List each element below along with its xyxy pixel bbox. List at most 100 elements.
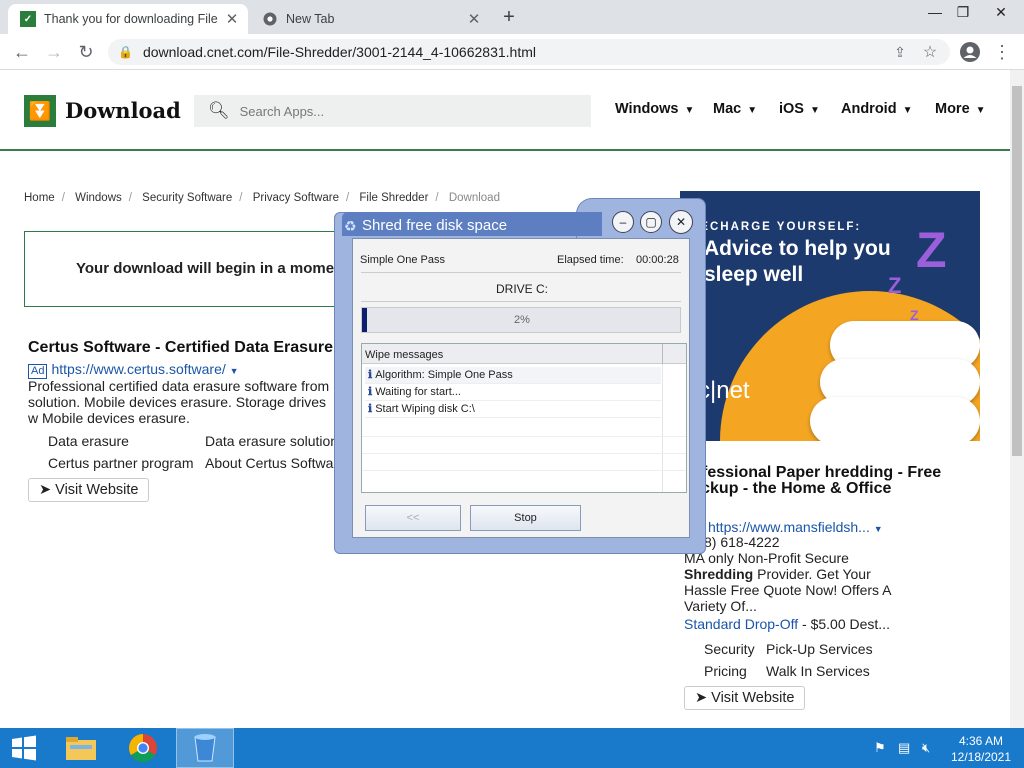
share-icon[interactable]: ⇪ bbox=[888, 40, 912, 64]
list-item[interactable]: ℹ Algorithm: Simple One Pass bbox=[365, 367, 661, 384]
dialog-title: Shred free disk space bbox=[362, 217, 508, 234]
info-icon: ℹ bbox=[368, 369, 373, 381]
system-clock[interactable]: 4:36 AM 12/18/2021 bbox=[946, 733, 1016, 765]
right-ad-title[interactable]: rofessional Paper hredding - Free Pickup… bbox=[686, 465, 996, 497]
right-ad-sublink[interactable]: Pick-Up Services bbox=[766, 641, 873, 657]
file-explorer-icon[interactable] bbox=[52, 728, 110, 768]
clock-date: 12/18/2021 bbox=[950, 750, 1012, 764]
breadcrumb-windows[interactable]: Windows bbox=[75, 192, 122, 204]
scrollbar-thumb[interactable] bbox=[1012, 86, 1022, 456]
list-item[interactable]: ℹ Waiting for start... bbox=[365, 384, 661, 401]
shred-dialog: ♻ Shred free disk space – ▢ ✕ Simple One… bbox=[334, 198, 706, 554]
info-icon: ℹ bbox=[368, 403, 373, 415]
divider bbox=[361, 272, 681, 273]
right-ad-url[interactable]: https://www.mansfieldsh... ▼ bbox=[708, 519, 883, 535]
left-ad-sublink[interactable]: About Certus Softwa bbox=[205, 455, 333, 471]
site-header: ⏬ Download 🔍︎ Search Apps... Windows ▼ Ma… bbox=[0, 70, 1010, 151]
tab-strip: ✓ Thank you for downloading File ✕ New T… bbox=[0, 0, 1024, 34]
site-logo-text[interactable]: Download bbox=[65, 98, 181, 123]
left-ad-sublink[interactable]: Data erasure bbox=[48, 433, 129, 449]
address-bar[interactable]: 🔒 download.cnet.com/File-Shredder/3001-2… bbox=[108, 39, 950, 65]
download-logo-icon[interactable]: ⏬ bbox=[24, 95, 56, 127]
download-notice: Your download will begin in a mome bbox=[24, 231, 354, 307]
back-button[interactable]: << bbox=[365, 505, 461, 531]
url-text: download.cnet.com/File-Shredder/3001-214… bbox=[142, 44, 536, 60]
banner-headline: Advice to help you sleep well bbox=[704, 237, 891, 286]
banner-kicker: RECHARGE YOURSELF: bbox=[690, 221, 862, 233]
left-ad-title[interactable]: Certus Software - Certified Data Erasure bbox=[28, 339, 333, 357]
nav-mac[interactable]: Mac ▼ bbox=[713, 101, 757, 117]
network-icon[interactable]: ▤ bbox=[898, 740, 910, 756]
elapsed-value: 00:00:28 bbox=[636, 254, 679, 266]
left-ad-url[interactable]: Ad https://www.certus.software/ ▼ bbox=[28, 361, 239, 379]
nav-ios[interactable]: iOS ▼ bbox=[779, 101, 820, 117]
right-ad-desc-line: Hassle Free Quote Now! Offers A bbox=[684, 582, 892, 598]
chevron-down-icon: ▼ bbox=[684, 105, 695, 116]
reload-icon[interactable]: ↻ bbox=[74, 40, 98, 64]
dialog-minimize-button[interactable]: – bbox=[612, 211, 634, 233]
clock-time: 4:36 AM bbox=[958, 734, 1004, 748]
elapsed-label: Elapsed time: bbox=[557, 254, 624, 266]
right-ad-sublink[interactable]: Security bbox=[704, 641, 755, 657]
left-ad-sublink[interactable]: Data erasure solution bbox=[205, 433, 338, 449]
dialog-close-button[interactable]: ✕ bbox=[669, 210, 693, 234]
search-placeholder: Search Apps... bbox=[239, 103, 325, 119]
close-window-button[interactable]: ✕ bbox=[984, 0, 1018, 24]
sleep-advice-banner[interactable]: RECHARGE YOURSELF: Advice to help you sl… bbox=[680, 191, 980, 441]
dialog-maximize-button[interactable]: ▢ bbox=[640, 211, 662, 233]
restore-button[interactable]: ❐ bbox=[946, 0, 980, 24]
close-tab-icon[interactable]: ✕ bbox=[464, 10, 484, 28]
volume-muted-icon[interactable]: 🔇︎ bbox=[922, 740, 930, 756]
cnet-download-favicon: ✓ bbox=[20, 11, 36, 27]
browser-toolbar: ← → ↻ 🔒 download.cnet.com/File-Shredder/… bbox=[0, 34, 1024, 70]
ad-badge: Ad bbox=[28, 364, 48, 379]
breadcrumb-privacy[interactable]: Privacy Software bbox=[253, 192, 339, 204]
dialog-body: Simple One Pass Elapsed time: 00:00:28 D… bbox=[352, 238, 690, 538]
left-ad-description: Professional certified data erasure soft… bbox=[28, 378, 330, 426]
nav-windows[interactable]: Windows ▼ bbox=[615, 101, 694, 117]
list-item[interactable]: ℹ Start Wiping disk C:\ bbox=[365, 401, 661, 418]
profile-avatar-icon[interactable] bbox=[958, 40, 982, 64]
chevron-down-icon: ▼ bbox=[747, 105, 758, 116]
list-header[interactable]: Wipe messages bbox=[362, 344, 686, 364]
stop-button[interactable]: Stop bbox=[470, 505, 581, 531]
chrome-icon[interactable] bbox=[114, 728, 172, 768]
new-tab-button[interactable]: + bbox=[498, 6, 520, 29]
menu-kebab-icon[interactable]: ⋮ bbox=[990, 40, 1014, 64]
breadcrumb-home[interactable]: Home bbox=[24, 192, 55, 204]
left-visit-website-button[interactable]: ➤ Visit Website bbox=[28, 478, 150, 502]
chevron-down-icon: ▼ bbox=[902, 105, 913, 116]
action-center-flag-icon[interactable]: ⚑ bbox=[874, 740, 886, 756]
file-shredder-taskbar-icon[interactable] bbox=[176, 728, 234, 768]
back-icon[interactable]: ← bbox=[10, 40, 34, 64]
right-visit-website-button[interactable]: ➤ Visit Website bbox=[684, 686, 806, 710]
right-ad-sublink[interactable]: Walk In Services bbox=[766, 663, 870, 679]
chrome-favicon bbox=[262, 11, 278, 27]
tab-download[interactable]: ✓ Thank you for downloading File ✕ bbox=[8, 4, 248, 34]
bookmark-star-icon[interactable]: ☆ bbox=[918, 40, 942, 64]
progress-percent: 2% bbox=[514, 314, 530, 326]
left-ad-sublink[interactable]: Certus partner program bbox=[48, 455, 194, 471]
chevron-down-icon: ▼ bbox=[975, 105, 986, 116]
right-ad-sublink[interactable]: Pricing bbox=[704, 663, 747, 679]
wipe-progress-bar: 2% bbox=[361, 307, 681, 333]
start-windows-icon[interactable] bbox=[0, 728, 48, 768]
drive-label: DRIVE C: bbox=[495, 282, 548, 296]
download-message: Your download will begin in a mome bbox=[76, 260, 335, 277]
nav-more[interactable]: More ▼ bbox=[935, 101, 986, 117]
right-ad-phone[interactable]: 8) 618-4222 bbox=[704, 534, 780, 550]
chevron-down-icon: ▼ bbox=[809, 105, 820, 116]
right-ad-offer[interactable]: Standard Drop-Off - $5.00 Dest... bbox=[684, 616, 890, 632]
nav-android[interactable]: Android ▼ bbox=[841, 101, 912, 117]
search-icon: 🔍︎ bbox=[208, 101, 230, 120]
lock-icon: 🔒 bbox=[118, 45, 133, 59]
forward-icon[interactable]: → bbox=[42, 40, 66, 64]
right-ad-desc-line: Shredding Provider. Get Your bbox=[684, 566, 871, 582]
tab-title: Thank you for downloading File bbox=[44, 12, 218, 26]
close-tab-icon[interactable]: ✕ bbox=[222, 10, 242, 28]
breadcrumb-security[interactable]: Security Software bbox=[142, 192, 232, 204]
divider bbox=[361, 301, 681, 302]
search-input[interactable]: 🔍︎ Search Apps... bbox=[194, 95, 591, 127]
tab-new-tab[interactable]: New Tab ✕ bbox=[250, 4, 490, 34]
wipe-messages-list[interactable]: Wipe messages ℹ Algorithm: Simple One Pas… bbox=[361, 343, 687, 493]
